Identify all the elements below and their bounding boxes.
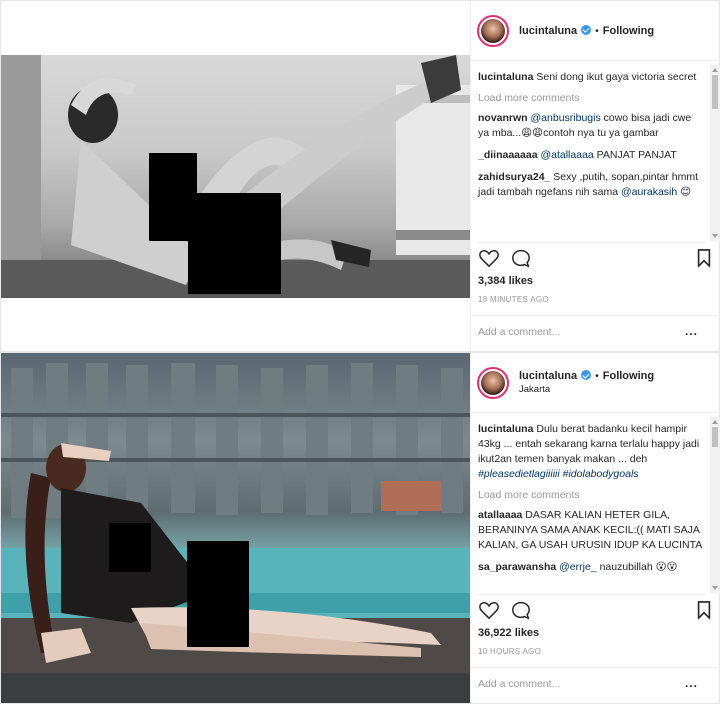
location-link[interactable]: Jakarta	[519, 384, 654, 395]
likes-count[interactable]: 36,922 likes	[478, 627, 539, 639]
photo-illustration	[1, 363, 470, 703]
post-header: lucintaluna • Following	[471, 1, 720, 61]
comment-username[interactable]: _diinaaaaaa	[478, 149, 538, 161]
post-1: lucintaluna • Following lucintaluna Seni d…	[0, 0, 720, 352]
following-button[interactable]: Following	[603, 370, 654, 382]
comment-mention[interactable]: @errje_	[559, 561, 597, 573]
avatar[interactable]	[477, 14, 509, 47]
load-more-comments-link[interactable]: Load more comments	[478, 489, 705, 501]
censor-block	[109, 523, 151, 572]
caption: lucintaluna Dulu berat badanku kecil ham…	[478, 422, 705, 482]
post-2: lucintaluna • Following Jakarta lucintalun…	[0, 352, 720, 704]
caption: lucintaluna Seni dong ikut gaya victoria…	[478, 70, 705, 85]
censor-block	[187, 541, 249, 647]
comment-username[interactable]: sa_parawansha	[478, 561, 556, 573]
heart-icon[interactable]	[479, 601, 499, 619]
caption-text: Seni dong ikut gaya victoria secret	[536, 71, 697, 83]
bookmark-icon[interactable]	[696, 249, 712, 267]
caption-hashtags[interactable]: #pleasedietlagiiiiii #idolabodygoals	[478, 468, 639, 480]
avatar[interactable]	[477, 366, 509, 399]
comment-emoji: 😊	[677, 186, 692, 198]
username-link[interactable]: lucintaluna	[519, 370, 577, 382]
comments-scrollbar[interactable]	[710, 65, 720, 241]
comment-username[interactable]: atallaaaa	[478, 509, 522, 521]
censor-block	[188, 193, 281, 294]
verified-icon	[581, 24, 592, 35]
caption-username[interactable]: lucintaluna	[478, 423, 533, 435]
comment: zahidsurya24_ Sexy ,putih, sopan,pintar …	[478, 170, 705, 200]
separator-dot: •	[595, 24, 599, 37]
post-photo[interactable]	[1, 55, 470, 298]
action-bar	[477, 594, 711, 619]
comment-icon[interactable]	[511, 249, 531, 267]
more-icon[interactable]: ...	[685, 676, 698, 690]
post-image-container	[1, 1, 470, 351]
comment-text: nauzubillah 😮😮	[596, 561, 678, 573]
load-more-comments-link[interactable]: Load more comments	[478, 92, 705, 104]
comment-icon[interactable]	[511, 601, 531, 619]
comment-username[interactable]: novanrwn	[478, 112, 528, 124]
comment-username[interactable]: zahidsurya24_	[478, 171, 550, 183]
comment: novanrwn @anbusribugis cowo bisa jadi cw…	[478, 111, 705, 141]
action-bar	[477, 242, 711, 267]
likes-count[interactable]: 3,384 likes	[478, 275, 533, 287]
separator-dot: •	[595, 370, 599, 382]
post-sidebar: lucintaluna • Following lucintaluna Seni d…	[470, 1, 720, 351]
post-image-container	[1, 353, 470, 703]
more-icon[interactable]: ...	[685, 324, 698, 338]
heart-icon[interactable]	[479, 249, 499, 267]
comment-mention[interactable]: @atallaaaa	[540, 149, 593, 161]
scrollbar-thumb[interactable]	[712, 75, 718, 109]
comment-text: PANJAT PANJAT	[593, 149, 677, 161]
comments-list: lucintaluna Dulu berat badanku kecil ham…	[471, 414, 711, 599]
post-timestamp[interactable]: 18 MINUTES AGO	[478, 295, 549, 304]
username-link[interactable]: lucintaluna	[519, 25, 577, 37]
comment-mention[interactable]: @aurakasih	[621, 186, 677, 198]
caption-username[interactable]: lucintaluna	[478, 71, 533, 83]
post-sidebar: lucintaluna • Following Jakarta lucintalun…	[470, 353, 720, 703]
post-header: lucintaluna • Following Jakarta	[471, 353, 720, 413]
comment: _diinaaaaaa @atallaaaa PANJAT PANJAT	[478, 148, 705, 163]
following-button[interactable]: Following	[603, 25, 654, 37]
add-comment-input[interactable]: Add a comment... ...	[471, 315, 720, 349]
comment: sa_parawansha @errje_ nauzubillah 😮😮	[478, 560, 705, 575]
verified-icon	[581, 370, 592, 380]
comments-list: lucintaluna Seni dong ikut gaya victoria…	[471, 62, 711, 247]
comments-scrollbar[interactable]	[710, 417, 720, 593]
post-photo[interactable]	[1, 353, 470, 703]
add-comment-input[interactable]: Add a comment... ...	[471, 667, 720, 701]
post-timestamp[interactable]: 10 HOURS AGO	[478, 647, 541, 656]
comment: atallaaaa DASAR KALIAN HETER GILA, BERAN…	[478, 508, 705, 553]
comment-mention[interactable]: @anbusribugis	[531, 112, 601, 124]
add-comment-placeholder: Add a comment...	[478, 326, 561, 338]
scrollbar-thumb[interactable]	[712, 427, 718, 447]
bookmark-icon[interactable]	[696, 601, 712, 619]
add-comment-placeholder: Add a comment...	[478, 678, 561, 690]
